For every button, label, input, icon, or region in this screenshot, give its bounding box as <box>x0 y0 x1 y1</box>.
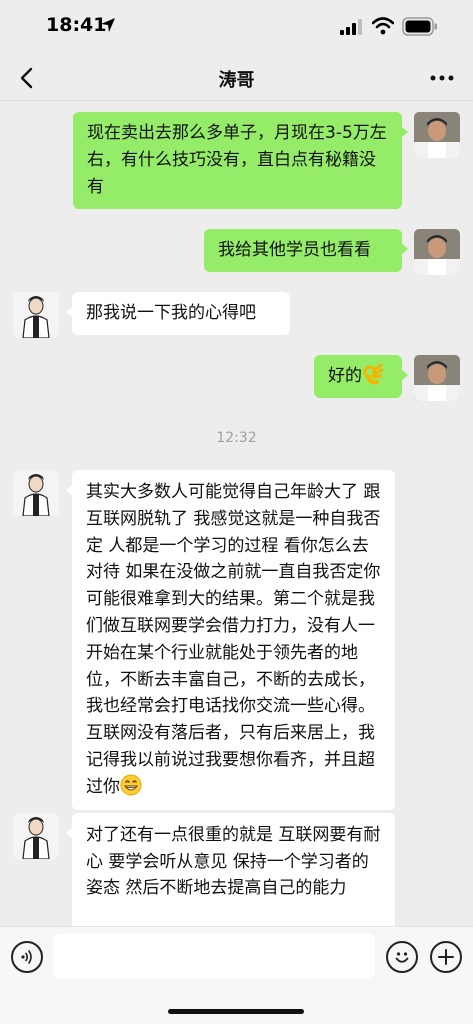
status-time: 18:41 <box>46 14 107 36</box>
home-indicator <box>168 1009 304 1014</box>
message-text: 其实大多数人可能觉得自己年龄大了 跟互联网脱轨了 我感觉这就是一种自我否定 人都… <box>86 482 381 797</box>
ok-hand-emoji <box>363 363 384 385</box>
battery-icon <box>402 17 437 36</box>
voice-button[interactable] <box>11 941 43 973</box>
voice-icon <box>21 950 32 964</box>
message-bubble-received[interactable]: 那我说一下我的心得吧 <box>66 292 290 335</box>
message-bubble-sent[interactable]: 好的 <box>314 355 408 398</box>
message-bubble-received[interactable]: 其实大多数人可能觉得自己年龄大了 跟互联网脱轨了 我感觉这就是一种自我否定 人都… <box>66 470 395 810</box>
contact-avatar[interactable] <box>13 470 59 516</box>
message-bubble-sent[interactable]: 现在卖出去那么多单子，月现在3-5万左右，有什么技巧没有，直白点有秘籍没有 <box>73 112 408 209</box>
grin-emoji <box>120 774 142 796</box>
emoji-button[interactable] <box>386 941 418 973</box>
my-avatar[interactable] <box>414 229 460 275</box>
input-bar <box>0 926 473 1024</box>
message-timestamp: 12:32 <box>216 430 257 446</box>
my-avatar[interactable] <box>414 355 460 401</box>
message-text: 现在卖出去那么多单子，月现在3-5万左右，有什么技巧没有，直白点有秘籍没有 <box>87 123 387 197</box>
signal-icon <box>340 19 362 35</box>
emoji-icon <box>395 952 409 963</box>
message-text: 那我说一下我的心得吧 <box>86 303 256 323</box>
more-button[interactable] <box>425 62 459 94</box>
nav-divider <box>0 100 473 101</box>
message-bubble-sent[interactable]: 我给其他学员也看看 <box>204 229 408 272</box>
status-bar: 18:41 <box>0 0 473 56</box>
message-bubble-received[interactable]: 对了还有一点很重的就是 互联网要有耐心 要学会听从意见 保持一个学习者的姿态 然… <box>66 813 395 926</box>
location-arrow-icon <box>101 18 115 32</box>
wifi-icon <box>372 17 394 35</box>
chat-title: 涛哥 <box>218 70 255 91</box>
more-icon <box>430 75 454 81</box>
contact-avatar[interactable] <box>13 813 59 859</box>
contact-avatar[interactable] <box>13 292 59 338</box>
message-input[interactable] <box>53 934 375 978</box>
message-text: 对了还有一点很重的就是 互联网要有耐心 要学会听从意见 保持一个学习者的姿态 然… <box>86 825 381 898</box>
message-text: 好的 <box>328 366 362 386</box>
message-text: 我给其他学员也看看 <box>218 240 371 260</box>
plus-icon <box>438 949 454 965</box>
my-avatar[interactable] <box>414 112 460 158</box>
nav-bar: 涛哥 <box>0 56 473 100</box>
plus-button[interactable] <box>430 941 462 973</box>
